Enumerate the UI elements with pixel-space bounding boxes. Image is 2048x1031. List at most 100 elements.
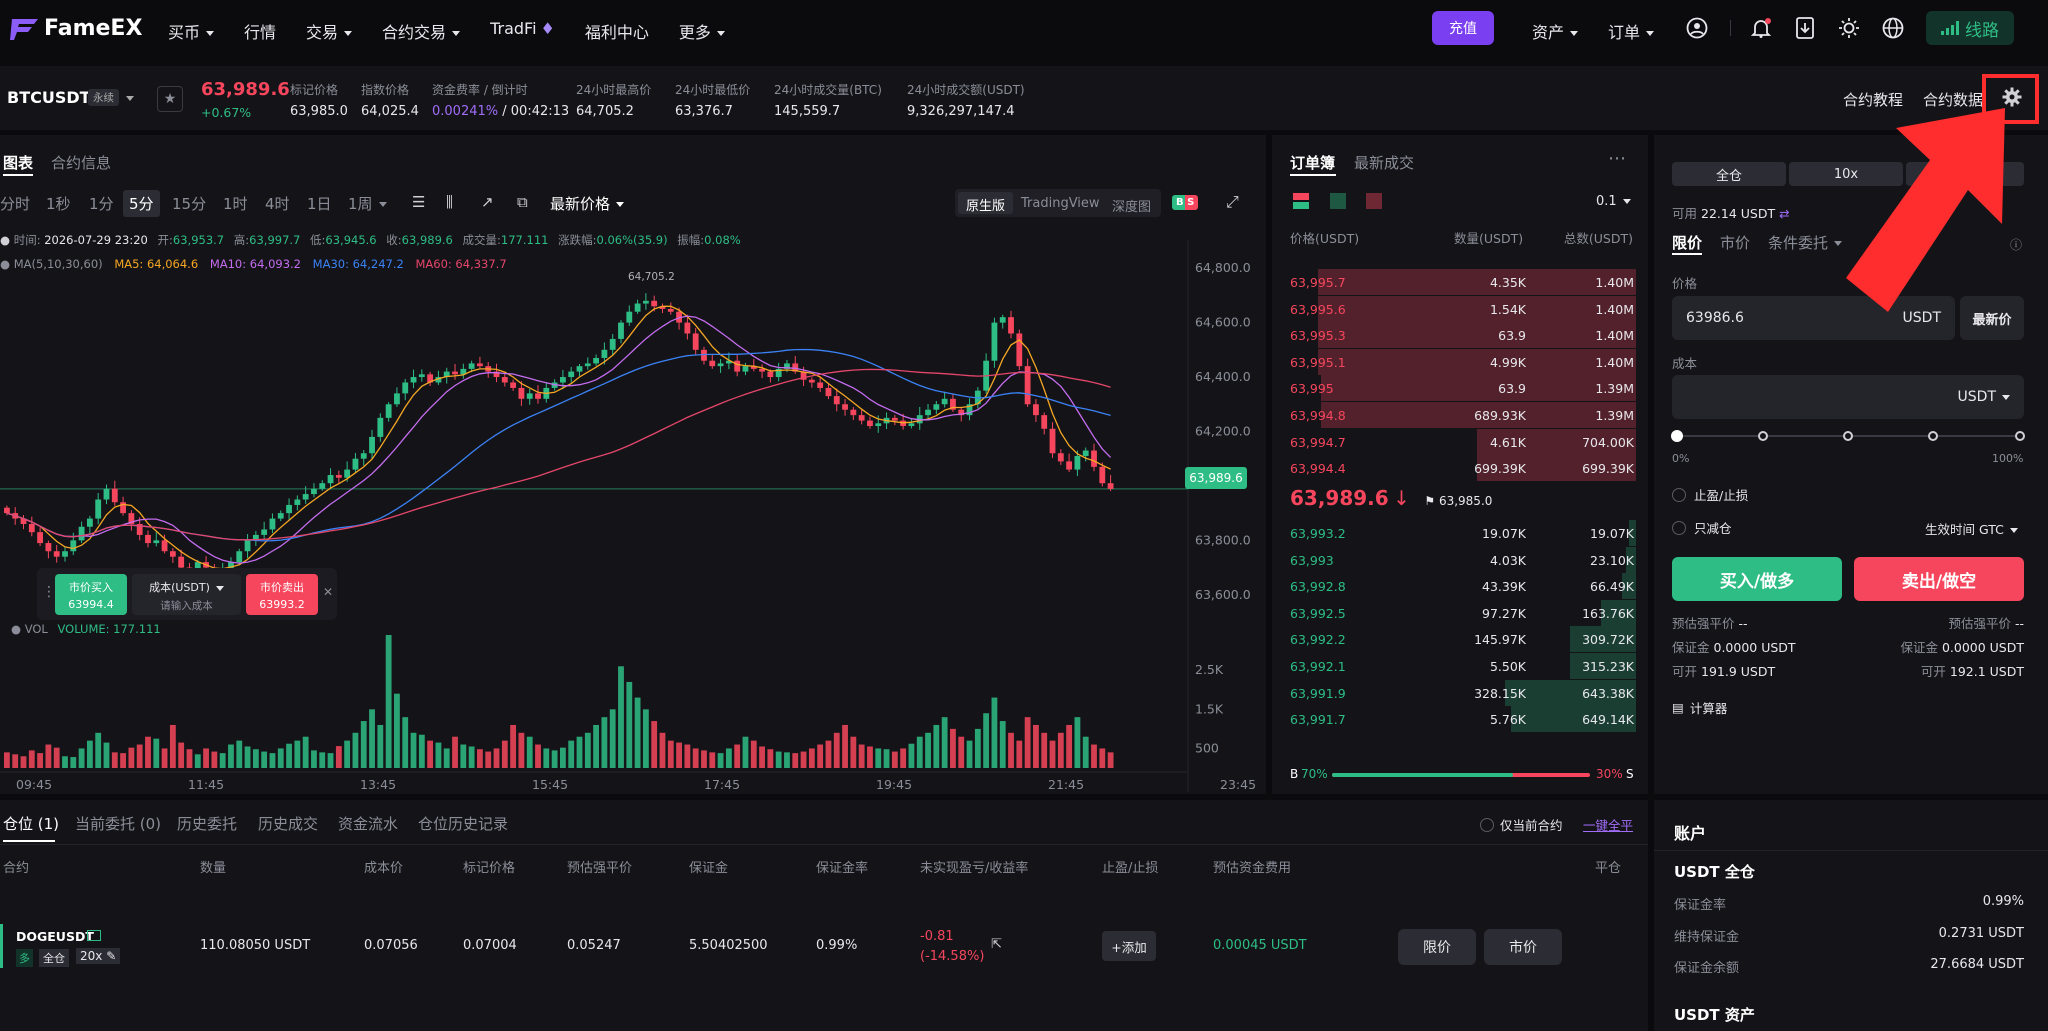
bid-row[interactable]: 63,992.1 5.50K 315.23K bbox=[1290, 653, 1636, 679]
leverage-badge[interactable]: 20x ✎ bbox=[76, 948, 121, 964]
view-native[interactable]: 原生版 bbox=[958, 192, 1014, 214]
reduce-only-checkbox[interactable]: 只减仓 bbox=[1672, 518, 1732, 537]
price-chart[interactable]: 64,800.0 64,600.0 64,400.0 64,200.0 63,800.0… bbox=[0, 240, 1266, 792]
user-icon[interactable] bbox=[1683, 14, 1711, 42]
bid-row[interactable]: 63,991.7 5.76K 649.14K bbox=[1290, 706, 1636, 733]
ask-row[interactable]: 63,994.7 4.61K 704.00K bbox=[1290, 428, 1636, 455]
timeframe-1s[interactable]: 1秒 bbox=[46, 193, 71, 214]
globe-icon[interactable] bbox=[1879, 14, 1907, 42]
tab-position-history[interactable]: 仓位历史记录 bbox=[418, 813, 508, 834]
timeframe-1d[interactable]: 1日 bbox=[307, 193, 332, 214]
bell-icon[interactable] bbox=[1747, 14, 1775, 42]
info-icon[interactable]: ⓘ bbox=[2010, 236, 2022, 253]
timeframe-15m[interactable]: 15分 bbox=[172, 193, 206, 214]
slider-stop-100[interactable] bbox=[2015, 431, 2025, 441]
symbol-dropdown-icon[interactable] bbox=[120, 90, 134, 106]
last-price-row[interactable]: 63,989.6 ↓ ⚑ 63,985.0 bbox=[1290, 486, 1492, 510]
timeframe-5m[interactable]: 5分 bbox=[123, 190, 160, 217]
cost-unit-select[interactable]: USDT bbox=[1958, 389, 2010, 405]
nav-markets[interactable]: 行情 bbox=[244, 19, 276, 43]
buy-long-button[interactable]: 买入/做多 bbox=[1672, 557, 1842, 601]
tab-trade-history[interactable]: 历史成交 bbox=[258, 813, 318, 834]
tab-contract-info[interactable]: 合约信息 bbox=[51, 152, 111, 173]
order-tab-market[interactable]: 市价 bbox=[1720, 232, 1750, 253]
ask-row[interactable]: 63,995.1 4.99K 1.40M bbox=[1290, 348, 1636, 375]
timeframe-1w[interactable]: 1周 bbox=[348, 193, 387, 214]
download-icon[interactable] bbox=[1791, 14, 1819, 42]
nav-futures[interactable]: 合约交易 bbox=[382, 19, 460, 43]
time-in-force-select[interactable]: 生效时间 GTC bbox=[1925, 519, 2018, 538]
tab-order-history[interactable]: 历史委托 bbox=[177, 813, 237, 834]
book-view-asks-icon[interactable] bbox=[1366, 193, 1382, 209]
ask-row[interactable]: 63,995 63.9 1.39M bbox=[1290, 375, 1636, 402]
indicator-list-icon[interactable]: ☰ bbox=[412, 193, 425, 211]
nav-tradfi[interactable]: TradFi ♦ bbox=[490, 19, 555, 43]
ask-row[interactable]: 63,995.3 63.9 1.40M bbox=[1290, 322, 1636, 349]
nav-buy-crypto[interactable]: 买币 bbox=[168, 19, 214, 43]
order-tab-conditional[interactable]: 条件委托 bbox=[1768, 232, 1842, 253]
brand-logo[interactable]: FameEX bbox=[10, 16, 142, 41]
only-current-contract-checkbox[interactable]: 仅当前合约 bbox=[1480, 815, 1563, 834]
bid-row[interactable]: 63,992.2 145.97K 309.72K bbox=[1290, 626, 1636, 653]
share-icon[interactable]: ⇱ bbox=[991, 937, 1002, 952]
nav-assets[interactable]: 资产 bbox=[1532, 19, 1578, 43]
tab-chart[interactable]: 图表 bbox=[3, 152, 33, 173]
candle-type-icon[interactable]: ⫼ bbox=[446, 193, 453, 211]
margin-mode-button[interactable]: 全仓 bbox=[1672, 162, 1786, 186]
bid-row[interactable]: 63,993 4.03K 23.10K bbox=[1290, 546, 1636, 573]
slider-stop-75[interactable] bbox=[1928, 431, 1938, 441]
bid-row[interactable]: 63,992.8 43.39K 66.49K bbox=[1290, 573, 1636, 600]
close-market-button[interactable]: 市价 bbox=[1484, 929, 1562, 965]
order-tab-limit[interactable]: 限价 bbox=[1672, 232, 1702, 253]
theme-sun-icon[interactable] bbox=[1835, 14, 1863, 42]
drag-handle-icon[interactable]: ⋮ bbox=[42, 584, 56, 600]
more-options-icon[interactable]: ⋯ bbox=[1608, 148, 1626, 169]
tab-recent-trades[interactable]: 最新成交 bbox=[1354, 152, 1414, 173]
close-all-link[interactable]: 一键全平 bbox=[1583, 815, 1633, 834]
position-symbol[interactable]: DOGEUSDT bbox=[16, 929, 94, 944]
timeframe-4h[interactable]: 4时 bbox=[265, 193, 290, 214]
add-tpsl-button[interactable]: +添加 bbox=[1102, 931, 1156, 961]
sell-short-button[interactable]: 卖出/做空 bbox=[1854, 557, 2024, 601]
ask-row[interactable]: 63,994.4 699.39K 699.39K bbox=[1290, 455, 1636, 482]
tab-positions[interactable]: 仓位 (1) bbox=[3, 813, 59, 834]
tab-orderbook[interactable]: 订单簿 bbox=[1290, 152, 1335, 173]
cost-input[interactable]: USDT bbox=[1672, 375, 2024, 419]
nav-trade[interactable]: 交易 bbox=[306, 19, 352, 43]
route-button[interactable]: 线路 bbox=[1926, 11, 2014, 45]
symbol-name[interactable]: BTCUSDT bbox=[7, 88, 91, 107]
price-type-select[interactable]: 最新价格 bbox=[550, 193, 624, 214]
timeframe-1h[interactable]: 1时 bbox=[223, 193, 248, 214]
quick-cost-input[interactable]: 成本(USDT) 请输入成本 bbox=[132, 574, 241, 615]
bid-row[interactable]: 63,993.2 19.07K 19.07K bbox=[1290, 520, 1636, 546]
slider-stop-50[interactable] bbox=[1843, 431, 1853, 441]
timeframe-1m[interactable]: 1分 bbox=[89, 193, 114, 214]
close-widget-icon[interactable]: ✕ bbox=[323, 585, 333, 599]
tab-funding-flow[interactable]: 资金流水 bbox=[338, 813, 398, 834]
ask-row[interactable]: 63,995.7 4.35K 1.40M bbox=[1290, 269, 1636, 295]
slider-stop-25[interactable] bbox=[1758, 431, 1768, 441]
buy-sell-marker-toggle[interactable]: B S bbox=[1172, 195, 1199, 210]
favorite-star-icon[interactable]: ★ bbox=[157, 86, 183, 112]
quick-market-buy-button[interactable]: 市价买入 63994.4 bbox=[55, 574, 127, 615]
close-limit-button[interactable]: 限价 bbox=[1398, 929, 1476, 965]
indicators-icon[interactable]: ↗ bbox=[481, 193, 494, 211]
fullscreen-icon[interactable]: ⤢ bbox=[1226, 192, 1239, 212]
calculator-link[interactable]: ▤ 计算器 bbox=[1672, 698, 1727, 717]
view-tradingview[interactable]: TradingView bbox=[1021, 196, 1100, 211]
slider-handle[interactable] bbox=[1671, 430, 1683, 442]
tab-open-orders[interactable]: 当前委托 (0) bbox=[75, 813, 161, 834]
quick-market-sell-button[interactable]: 市价卖出 63993.2 bbox=[246, 574, 318, 615]
nav-more[interactable]: 更多 bbox=[679, 19, 725, 43]
timeframe-line[interactable]: 分时 bbox=[0, 193, 30, 214]
bid-row[interactable]: 63,991.9 328.15K 643.38K bbox=[1290, 679, 1636, 706]
tpsl-checkbox[interactable]: 止盈/止损 bbox=[1672, 485, 1748, 504]
nav-orders[interactable]: 订单 bbox=[1608, 19, 1654, 43]
book-view-both-icon[interactable] bbox=[1293, 193, 1309, 209]
deposit-button[interactable]: 充值 bbox=[1432, 11, 1494, 45]
book-view-bids-icon[interactable] bbox=[1330, 193, 1346, 209]
ask-row[interactable]: 63,994.8 689.93K 1.39M bbox=[1290, 402, 1636, 428]
bid-row[interactable]: 63,992.5 97.27K 163.76K bbox=[1290, 599, 1636, 626]
view-depth[interactable]: 深度图 bbox=[1112, 196, 1151, 215]
nav-rewards[interactable]: 福利中心 bbox=[585, 19, 649, 43]
